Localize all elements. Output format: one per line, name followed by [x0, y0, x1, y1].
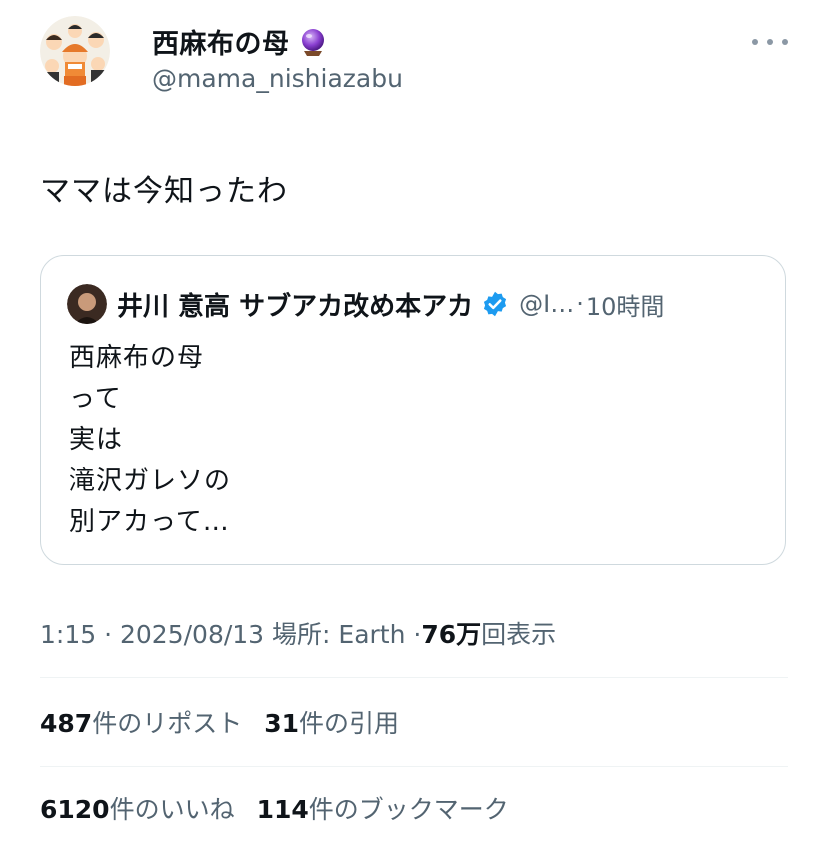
dot — [767, 39, 773, 45]
quote-line: 滝沢ガレソの — [69, 466, 232, 496]
quoted-tweet-card[interactable]: 井川 意高 サブアカ改め本アカ @I… · 10時間 西麻布の母 って 実は 滝… — [40, 255, 786, 565]
quote-text: 西麻布の母 って 実は 滝沢ガレソの 別アカって… — [69, 338, 231, 543]
quote-author-name: 井川 意高 サブアカ改め本アカ — [117, 291, 474, 322]
views-count: 76万 — [421, 620, 482, 649]
author-avatar[interactable] — [40, 16, 110, 86]
likes-label: 件のいいね — [109, 795, 235, 824]
tweet-date[interactable]: 2025/08/13 — [120, 620, 264, 649]
bookmarks-stat[interactable]: 114件のブックマーク — [257, 790, 509, 826]
author-name-row: 西麻布の母 — [152, 22, 328, 61]
avatar-illustration — [40, 16, 110, 86]
more-options-icon[interactable] — [752, 30, 788, 54]
author-handle[interactable]: @mama_nishiazabu — [152, 64, 403, 93]
quote-line: って — [69, 384, 122, 414]
quote-avatar-photo — [67, 284, 107, 324]
bookmarks-label: 件のブックマーク — [308, 795, 509, 824]
bookmarks-count: 114 — [256, 795, 309, 824]
quote-line: 別アカって… — [69, 507, 230, 537]
tweet-location: 場所: Earth — [272, 620, 406, 649]
quote-line: 西麻布の母 — [69, 343, 205, 373]
dot — [782, 39, 788, 45]
divider — [40, 766, 788, 767]
reposts-stat[interactable]: 487件のリポスト — [40, 704, 242, 740]
quote-author-avatar — [67, 284, 107, 324]
tweet-text: ママは今知ったわ — [40, 174, 288, 209]
views-label: 回表示 — [481, 620, 557, 649]
quotes-stat[interactable]: 31件の引用 — [264, 704, 399, 740]
likes-count: 6120 — [40, 795, 110, 824]
verified-badge-icon — [484, 291, 507, 317]
tweet-meta: 1:15 · 2025/08/13 場所: Earth ·76万回表示 — [40, 615, 556, 651]
reposts-label: 件のリポスト — [92, 709, 243, 738]
quote-time: 10時間 — [585, 292, 665, 321]
tweet-time[interactable]: 1:15 — [40, 620, 96, 649]
quotes-count: 31 — [264, 709, 299, 738]
meta-separator: · — [104, 620, 113, 649]
crystal-ball-icon — [301, 28, 324, 56]
quote-author-handle: @I… — [519, 290, 575, 318]
engagement-row-2: 6120件のいいね 114件のブックマーク — [40, 790, 509, 826]
likes-stat[interactable]: 6120件のいいね — [40, 790, 235, 826]
quote-separator: · — [576, 290, 584, 318]
divider — [40, 677, 788, 678]
reposts-count: 487 — [40, 709, 93, 738]
dot — [752, 39, 758, 45]
engagement-row-1: 487件のリポスト 31件の引用 — [40, 704, 399, 740]
quote-header: 井川 意高 サブアカ改め本アカ @I… · 10時間 — [67, 284, 664, 324]
author-display-name[interactable]: 西麻布の母 — [152, 22, 290, 61]
quote-line: 実は — [69, 425, 124, 455]
quotes-label: 件の引用 — [299, 709, 400, 738]
